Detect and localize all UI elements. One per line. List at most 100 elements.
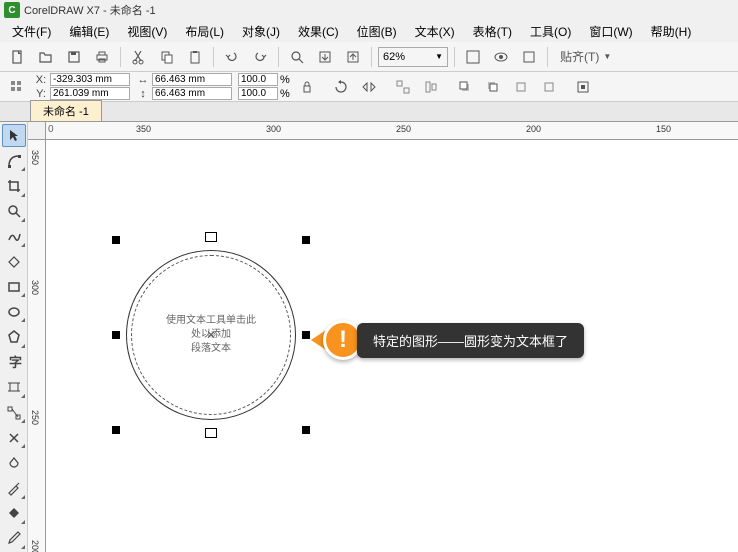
save-button[interactable] <box>62 45 86 69</box>
eyedropper-tool[interactable] <box>2 476 26 499</box>
document-tab[interactable]: 未命名 -1 <box>30 100 102 121</box>
menu-effect[interactable]: 效果(C) <box>290 21 347 42</box>
menu-help[interactable]: 帮助(H) <box>643 21 700 42</box>
height-input[interactable] <box>152 87 232 100</box>
y-input[interactable] <box>50 87 130 100</box>
zoom-value: 62% <box>383 51 405 63</box>
canvas-area: 0 350 300 250 200 150 350 300 250 200 <box>28 122 738 552</box>
ungroup-button[interactable] <box>392 76 414 98</box>
presets-button[interactable] <box>6 76 28 98</box>
x-input[interactable] <box>50 73 130 86</box>
menu-text[interactable]: 文本(X) <box>407 21 463 42</box>
zoom-tool[interactable] <box>2 200 26 223</box>
paste-button[interactable] <box>183 45 207 69</box>
text-flow-handle-top[interactable] <box>205 232 217 242</box>
menu-table[interactable]: 表格(T) <box>465 21 520 42</box>
workspace: 字 0 350 300 250 200 150 350 300 250 200 <box>0 122 738 552</box>
import-button[interactable] <box>313 45 337 69</box>
property-bar: X: Y: ↔ ↕ % % <box>0 72 738 102</box>
parallel-dim-tool[interactable] <box>2 376 26 399</box>
callout-text: 特定的图形——圆形变为文本框了 <box>357 323 584 358</box>
placeholder-text: 使用文本工具单击此处以添加 段落文本 <box>162 314 260 356</box>
connector-tool[interactable] <box>2 401 26 424</box>
menu-bitmap[interactable]: 位图(B) <box>349 21 405 42</box>
selection-handle-se[interactable] <box>302 426 310 434</box>
redo-button[interactable] <box>248 45 272 69</box>
vertical-ruler[interactable]: 350 300 250 200 <box>28 140 46 552</box>
selection-handle-nw[interactable] <box>112 236 120 244</box>
ellipse-tool[interactable] <box>2 300 26 323</box>
fullscreen-button[interactable] <box>461 45 485 69</box>
toolbox: 字 <box>0 122 28 552</box>
pick-tool[interactable] <box>2 124 26 147</box>
copy-button[interactable] <box>155 45 179 69</box>
polygon-tool[interactable] <box>2 325 26 348</box>
annotation-callout: ! 特定的图形——圆形变为文本框了 <box>311 320 584 360</box>
transparency-tool[interactable] <box>2 451 26 474</box>
mirror-h-button[interactable] <box>358 76 380 98</box>
new-button[interactable] <box>6 45 30 69</box>
scale-group: % % <box>238 73 290 100</box>
horizontal-ruler[interactable]: 0 350 300 250 200 150 <box>46 122 738 140</box>
shape-tool[interactable] <box>2 149 26 172</box>
ruler-corner[interactable] <box>28 122 46 140</box>
interactive-tool[interactable] <box>2 426 26 449</box>
menu-window[interactable]: 窗口(W) <box>581 21 640 42</box>
export-button[interactable] <box>341 45 365 69</box>
cut-button[interactable] <box>127 45 151 69</box>
search-button[interactable] <box>285 45 309 69</box>
zoom-combo[interactable]: 62% ▼ <box>378 47 448 67</box>
forward-one-button[interactable] <box>510 76 532 98</box>
print-button[interactable] <box>90 45 114 69</box>
selection-handle-ne[interactable] <box>302 236 310 244</box>
document-tabbar: 未命名 -1 <box>0 102 738 122</box>
selection-handle-w[interactable] <box>112 331 120 339</box>
pct-label: % <box>280 88 290 100</box>
standard-toolbar: 62% ▼ 贴齐(T)▼ <box>0 42 738 72</box>
align-button[interactable] <box>420 76 442 98</box>
dropdown-icon: ▼ <box>435 52 443 61</box>
rectangle-tool[interactable] <box>2 275 26 298</box>
titlebar: C CorelDRAW X7 - 未命名 -1 <box>0 0 738 20</box>
crop-tool[interactable] <box>2 174 26 197</box>
outline-tool[interactable] <box>2 527 26 550</box>
svg-text:字: 字 <box>9 355 22 370</box>
scale-x-input[interactable] <box>238 73 278 86</box>
smart-draw-tool[interactable] <box>2 250 26 273</box>
fill-tool[interactable] <box>2 502 26 525</box>
lock-ratio-button[interactable] <box>296 76 318 98</box>
ruler-origin: 0 <box>48 124 54 135</box>
undo-button[interactable] <box>220 45 244 69</box>
menu-tools[interactable]: 工具(O) <box>522 21 579 42</box>
menubar: 文件(F) 编辑(E) 视图(V) 布局(L) 对象(J) 效果(C) 位图(B… <box>0 20 738 42</box>
text-tool[interactable]: 字 <box>2 351 26 374</box>
convert-curves-button[interactable] <box>572 76 594 98</box>
width-input[interactable] <box>152 73 232 86</box>
open-button[interactable] <box>34 45 58 69</box>
text-frame-boundary: 使用文本工具单击此处以添加 段落文本 <box>131 255 291 415</box>
menu-object[interactable]: 对象(J) <box>234 21 288 42</box>
selection-handle-sw[interactable] <box>112 426 120 434</box>
menu-edit[interactable]: 编辑(E) <box>61 21 117 42</box>
text-flow-handle-bottom[interactable] <box>205 428 217 438</box>
height-icon: ↕ <box>136 88 150 100</box>
snap-dropdown[interactable]: 贴齐(T)▼ <box>554 45 617 69</box>
menu-file[interactable]: 文件(F) <box>4 21 59 42</box>
size-group: ↔ ↕ <box>136 73 232 100</box>
menu-layout[interactable]: 布局(L) <box>177 21 232 42</box>
to-front-button[interactable] <box>454 76 476 98</box>
preview-button[interactable] <box>489 45 513 69</box>
publish-button[interactable] <box>517 45 541 69</box>
rotate-button[interactable] <box>330 76 352 98</box>
scale-y-input[interactable] <box>238 87 278 100</box>
app-logo-icon: C <box>4 2 20 18</box>
back-one-button[interactable] <box>538 76 560 98</box>
y-label: Y: <box>34 88 48 100</box>
selected-object[interactable]: ✕ 使用文本工具单击此处以添加 段落文本 <box>116 240 306 430</box>
freehand-tool[interactable] <box>2 225 26 248</box>
to-back-button[interactable] <box>482 76 504 98</box>
menu-view[interactable]: 视图(V) <box>119 21 175 42</box>
x-label: X: <box>34 74 48 86</box>
selection-handle-e[interactable] <box>302 331 310 339</box>
canvas[interactable]: ✕ 使用文本工具单击此处以添加 段落文本 ! 特定的图形——圆形变为文本框了 <box>46 140 738 552</box>
